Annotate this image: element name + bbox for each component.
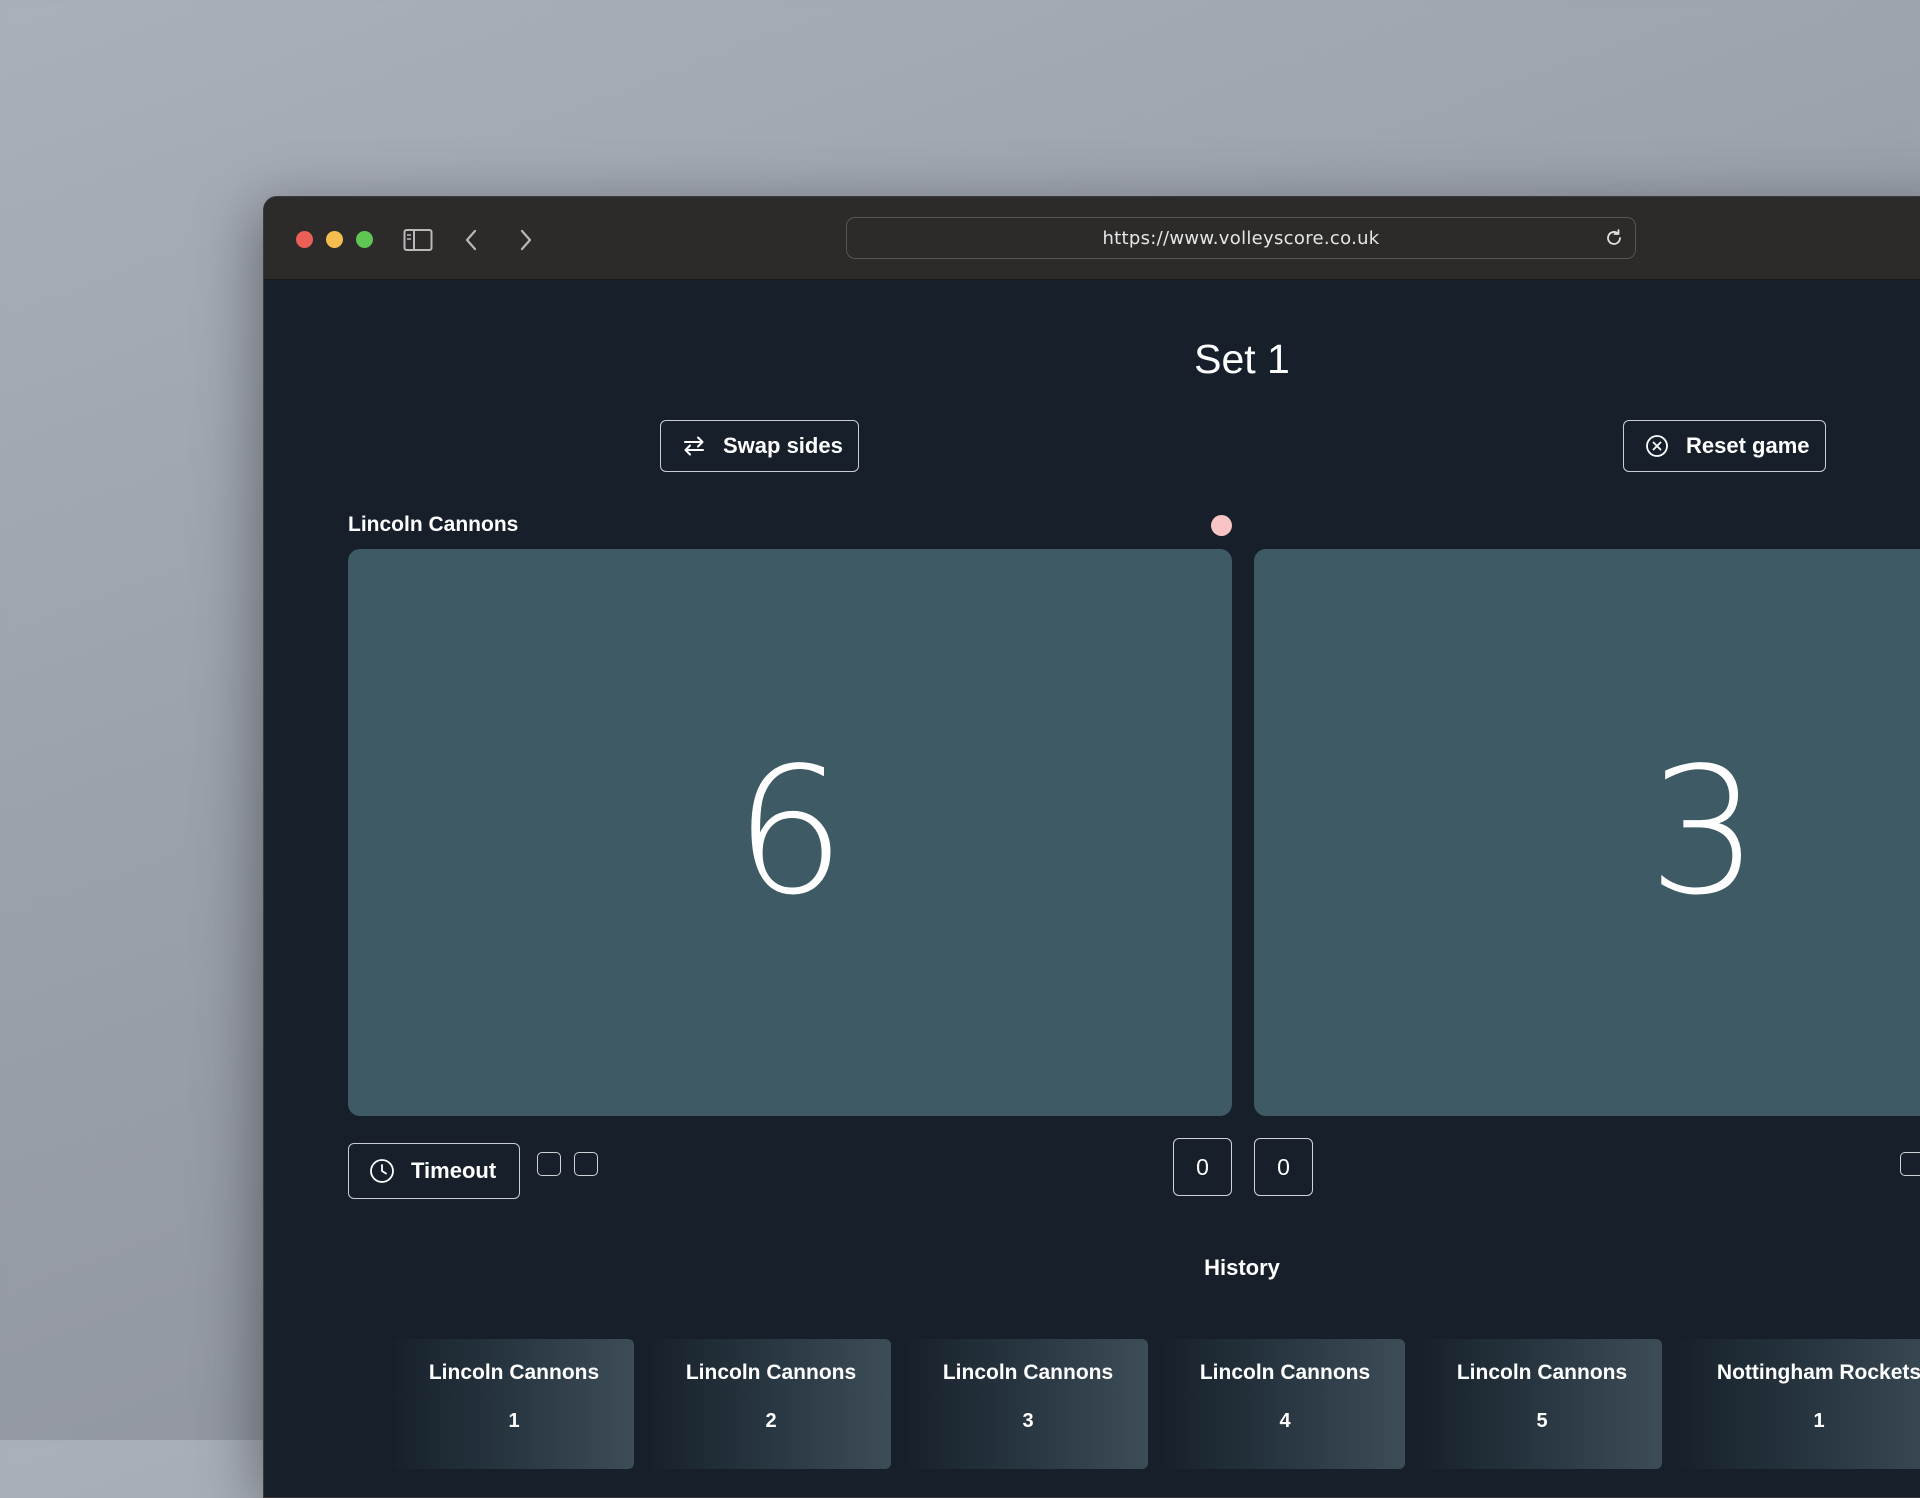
- history-item-point: 1: [508, 1410, 520, 1432]
- swap-icon: [681, 433, 707, 459]
- left-sets-won[interactable]: 0: [1173, 1138, 1232, 1196]
- address-bar[interactable]: https://www.volleyscore.co.uk: [846, 217, 1636, 259]
- clock-icon: [369, 1158, 395, 1184]
- timeout-label: Timeout: [411, 1158, 497, 1183]
- history-item: Lincoln Cannons 5: [1422, 1339, 1662, 1469]
- left-score: 6: [734, 731, 846, 934]
- history-item-point: 4: [1279, 1410, 1291, 1432]
- left-team-name: Lincoln Cannons: [348, 513, 519, 536]
- forward-icon[interactable]: [509, 223, 543, 257]
- swap-sides-button[interactable]: Swap sides: [660, 420, 859, 472]
- history-item-team: Nottingham Rockets: [1716, 1361, 1920, 1384]
- right-sets-won[interactable]: 0: [1254, 1138, 1313, 1196]
- sidebar-icon[interactable]: [401, 223, 435, 257]
- right-timeout-checkbox[interactable]: [1900, 1152, 1920, 1176]
- history-item-point: 3: [1022, 1410, 1034, 1432]
- page-content: Set 1 Swap sides Reset game Lincoln Cann…: [264, 280, 1920, 1497]
- reload-icon[interactable]: [1603, 227, 1625, 249]
- url-text: https://www.volleyscore.co.uk: [1102, 227, 1380, 249]
- reset-game-label: Reset game: [1686, 433, 1810, 458]
- swap-sides-label: Swap sides: [723, 433, 843, 458]
- right-sets-won-value: 0: [1277, 1153, 1290, 1180]
- history-item: Lincoln Cannons 4: [1165, 1339, 1405, 1469]
- page-title: Set 1: [1194, 336, 1290, 382]
- left-sets-won-value: 0: [1196, 1153, 1209, 1180]
- history-item-team: Lincoln Cannons: [428, 1361, 600, 1384]
- serve-indicator: [1211, 515, 1232, 536]
- reset-game-button[interactable]: Reset game: [1623, 420, 1826, 472]
- timeout-checkbox-2[interactable]: [574, 1152, 598, 1176]
- history-item-team: Lincoln Cannons: [942, 1361, 1114, 1384]
- history-item-team: Lincoln Cannons: [1199, 1361, 1371, 1384]
- timeout-checkbox-1[interactable]: [537, 1152, 561, 1176]
- history-item-point: 1: [1813, 1410, 1825, 1432]
- history-item: Lincoln Cannons 3: [908, 1339, 1148, 1469]
- right-score: 3: [1648, 731, 1760, 934]
- history-item: Nottingham Rockets 1: [1679, 1339, 1920, 1469]
- history-item: Lincoln Cannons 2: [651, 1339, 891, 1469]
- history-item: Lincoln Cannons 1: [394, 1339, 634, 1469]
- history-item-team: Lincoln Cannons: [1456, 1361, 1628, 1384]
- history-item-point: 2: [765, 1410, 777, 1432]
- history-title: History: [1204, 1255, 1280, 1280]
- left-score-card[interactable]: 6: [348, 549, 1232, 1116]
- back-icon[interactable]: [454, 223, 488, 257]
- right-score-card[interactable]: 3: [1254, 549, 1920, 1116]
- minimize-window-button[interactable]: [326, 231, 343, 248]
- browser-window: https://www.volleyscore.co.uk Set 1 Swap…: [263, 196, 1920, 1498]
- timeout-button[interactable]: Timeout: [348, 1143, 520, 1199]
- history-item-point: 5: [1536, 1410, 1548, 1432]
- close-circle-icon: [1644, 433, 1670, 459]
- maximize-window-button[interactable]: [356, 231, 373, 248]
- browser-titlebar: https://www.volleyscore.co.uk: [264, 197, 1920, 280]
- history-item-team: Lincoln Cannons: [685, 1361, 857, 1384]
- close-window-button[interactable]: [296, 231, 313, 248]
